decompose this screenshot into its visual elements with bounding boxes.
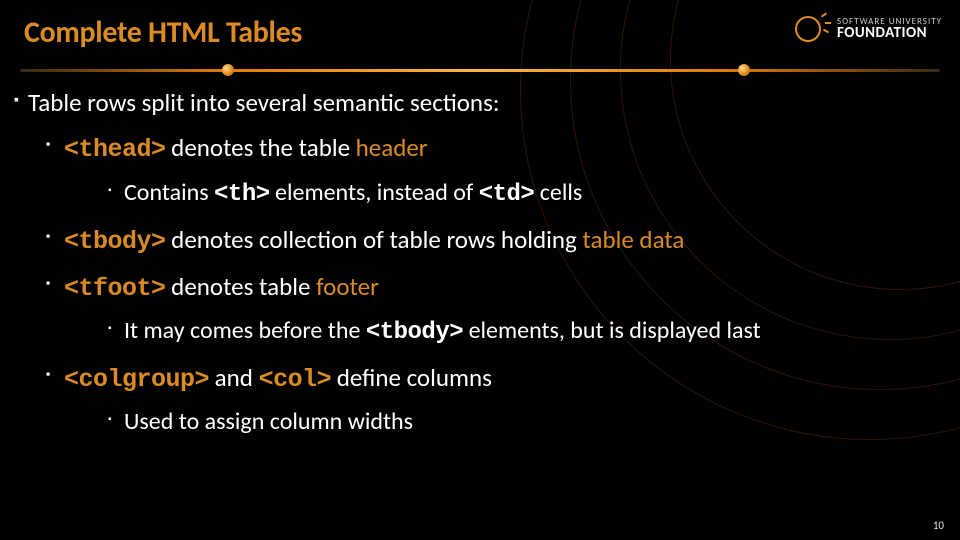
text: denotes table <box>166 271 317 302</box>
text: elements, instead of <box>270 178 479 207</box>
tag-thead: <thead> <box>64 135 166 164</box>
tag-colgroup: <colgroup> <box>64 365 209 394</box>
text: define columns <box>331 362 492 393</box>
bullet-tfoot: <tfoot> denotes table footer It may come… <box>28 271 946 348</box>
text: Contains <box>124 178 214 207</box>
text: cells <box>534 178 582 207</box>
bullet-thead-sub: Contains <th> elements, instead of <td> … <box>64 178 946 210</box>
bullet-colgroup-sub: Used to assign column widths <box>64 407 946 437</box>
slide-body: Table rows split into several semantic s… <box>0 87 960 437</box>
logo-line2: FOUNDATION <box>837 26 942 41</box>
text: elements, but is displayed last <box>463 316 761 345</box>
title-divider <box>20 61 940 79</box>
bullet-intro: Table rows split into several semantic s… <box>14 87 946 437</box>
tag-col: <col> <box>259 365 332 394</box>
bullet-tbody: <tbody> denotes collection of table rows… <box>28 224 946 257</box>
text: Used to assign column widths <box>124 407 413 436</box>
text-highlight: table data <box>582 224 684 255</box>
text-highlight: header <box>356 132 428 163</box>
bullet-colgroup: <colgroup> and <col> define columns Used… <box>28 362 946 437</box>
page-number: 10 <box>933 519 944 532</box>
text: denotes the table <box>166 132 356 163</box>
tag-td: <td> <box>479 181 535 208</box>
bullet-tfoot-sub: It may comes before the <tbody> elements… <box>64 316 946 348</box>
text: denotes collection of table rows holding <box>166 224 583 255</box>
text: Table rows split into several semantic s… <box>28 87 500 118</box>
text: It may comes before the <box>124 316 366 345</box>
lightbulb-icon <box>791 10 829 48</box>
text: and <box>209 362 259 393</box>
tag-tfoot: <tfoot> <box>64 274 166 303</box>
brand-logo: SOFTWARE UNIVERSITY FOUNDATION <box>791 10 942 48</box>
text-highlight: footer <box>316 271 379 302</box>
tag-th: <th> <box>214 181 270 208</box>
tag-tbody-inline: <tbody> <box>366 319 463 346</box>
tag-tbody: <tbody> <box>64 227 166 256</box>
bullet-thead: <thead> denotes the table header Contain… <box>28 132 946 209</box>
